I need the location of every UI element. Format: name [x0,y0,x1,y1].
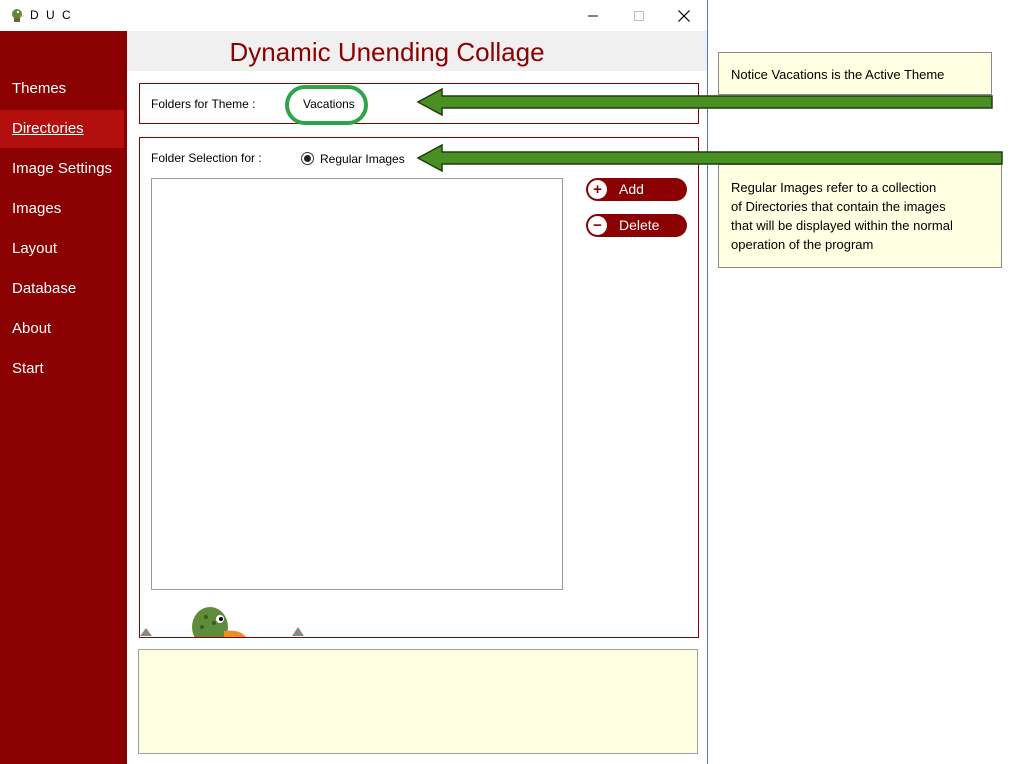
arrow-to-theme-icon [416,87,993,117]
arrow-to-regular-images-icon [416,143,1003,173]
annotation-arrows [416,87,1003,173]
